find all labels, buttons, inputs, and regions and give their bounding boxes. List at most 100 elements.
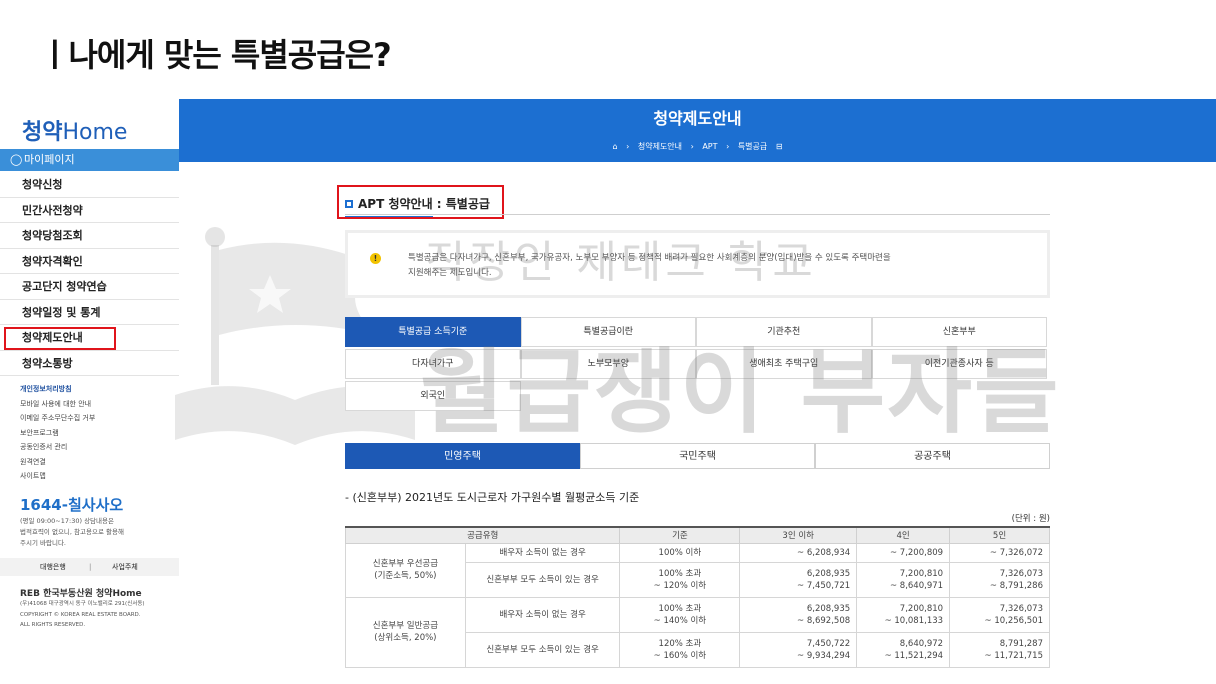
c5-cell: 7,326,073 ~ 8,791,286	[949, 561, 1050, 598]
c5-2: ~ 10,256,501	[984, 615, 1044, 626]
c3-cell: ~ 6,208,934	[739, 542, 858, 563]
footer-links: 개인정보처리방침 모바일 사용에 대한 안내 이메일 주소무단수집 거부 보안프…	[20, 382, 95, 484]
dropdown-icon[interactable]: ⊟	[776, 142, 783, 151]
header-4p: 4인	[856, 526, 951, 544]
group-cell: 신혼부부 우선공급 (기준소득, 50%)	[345, 542, 466, 598]
footer-info: (우)41068 대구광역시 동구 이노밸리로 291(신서동) COPYRIG…	[20, 599, 145, 631]
group-sub: (기준소득, 50%)	[374, 571, 437, 581]
chevron-icon: ›	[726, 142, 730, 151]
c5-cell: 8,791,287 ~ 11,721,715	[949, 631, 1050, 668]
footer-copy-1: COPYRIGHT © KOREA REAL ESTATE BOARD.	[20, 611, 141, 618]
header-3p: 3인 이하	[739, 526, 858, 544]
income-table: 공급유형 기준 3인 이하 4인 5인 신혼부부 우선공급 (기준소득, 50%)…	[344, 526, 1050, 668]
crumb-1[interactable]: 청약제도안내	[638, 142, 682, 151]
std-cell: 120% 초과 ~ 160% 이하	[619, 631, 741, 668]
table-caption: - (신혼부부) 2021년도 도시근로자 가구원수별 월평균소득 기준	[345, 491, 640, 504]
c3-cell: 7,450,722 ~ 9,934,294	[739, 631, 858, 668]
highlight-box	[4, 327, 116, 350]
footer-logo: REB 한국부동산원 청약Home	[20, 589, 142, 599]
header-supply-type: 공급유형	[344, 526, 621, 544]
c5-cell: ~ 7,326,072	[949, 542, 1050, 563]
slide-title: ㅣ나에게 맞는 특별공급은?	[40, 36, 392, 74]
phone-number: 1644-칠사사오	[20, 496, 124, 514]
c4-2: ~ 10,081,133	[884, 615, 944, 626]
biz-link[interactable]: 사업주체	[112, 558, 138, 576]
watermark-line-1: 직장인 재테크 학교	[425, 237, 817, 288]
footer-addr: (우)41068 대구광역시 동구 이노밸리로 291(신서동)	[20, 601, 145, 607]
c5-2: ~ 11,721,715	[984, 650, 1044, 661]
type-cell: 신혼부부 모두 소득이 있는 경우	[464, 561, 621, 598]
logo-bold: 청약	[22, 120, 63, 145]
std-1: 100% 초과	[658, 603, 702, 614]
sitemap-link[interactable]: 사이트맵	[20, 469, 95, 484]
c3-1: 7,450,722	[806, 638, 851, 649]
c3-cell: 6,208,935 ~ 8,692,508	[739, 596, 858, 633]
crumb-3[interactable]: 특별공급	[738, 142, 767, 151]
type-cell: 신혼부부 모두 소득이 있는 경우	[464, 631, 621, 668]
c4-cell: 7,200,810 ~ 10,081,133	[856, 596, 951, 633]
sidebar-item-private-pre[interactable]: 민간사전청약	[0, 198, 179, 223]
c3-2: ~ 9,934,294	[797, 650, 851, 661]
chevron-icon: ›	[626, 142, 630, 151]
cert-link[interactable]: 공동인증서 관리	[20, 440, 95, 455]
type-cell: 배우자 소득이 없는 경우	[464, 596, 621, 633]
email-link[interactable]: 이메일 주소무단수집 거부	[20, 411, 95, 426]
sidebar-item-community[interactable]: 청약소통방	[0, 351, 179, 376]
sidebar-item-winner-check[interactable]: 청약당첨조회	[0, 223, 179, 249]
std-2: ~ 140% 이하	[653, 615, 707, 626]
std-2: ~ 120% 이하	[653, 580, 707, 591]
sidebar-item-apply[interactable]: 청약신청	[0, 172, 179, 198]
header-standard: 기준	[619, 526, 741, 544]
banner-title: 청약제도안내	[653, 109, 742, 128]
std-2: ~ 160% 이하	[653, 650, 707, 661]
c4-cell: 7,200,810 ~ 8,640,971	[856, 561, 951, 598]
c3-1: 6,208,935	[806, 568, 851, 579]
divider	[345, 214, 1050, 215]
mypage-label: 마이페이지	[24, 153, 75, 166]
page-banner: 청약제도안내 ⌂ › 청약제도안내 › APT › 특별공급 ⊟	[179, 99, 1216, 162]
bank-link[interactable]: 대행은행	[40, 558, 66, 576]
c3-2: ~ 8,692,508	[797, 615, 851, 626]
c4-2: ~ 8,640,971	[889, 580, 944, 591]
sidebar-item-practice[interactable]: 공고단지 청약연습	[0, 274, 179, 300]
user-icon: ◯	[10, 153, 23, 166]
home-icon[interactable]: ⌂	[612, 142, 617, 151]
remote-link[interactable]: 원격연결	[20, 455, 95, 470]
table-row: 신혼부부 일반공급 (상위소득, 20%) 배우자 소득이 없는 경우 100% …	[345, 596, 1050, 668]
privacy-link[interactable]: 개인정보처리방침	[20, 382, 95, 397]
phone-desc-3: 주시기 바랍니다.	[20, 539, 66, 547]
c5-1: 8,791,287	[999, 638, 1043, 649]
c4-1: 7,200,810	[899, 568, 944, 579]
crumb-2[interactable]: APT	[702, 142, 717, 151]
c4-2: ~ 11,521,294	[884, 650, 944, 661]
c5-cell: 7,326,073 ~ 10,256,501	[949, 596, 1050, 633]
sidebar-item-schedule[interactable]: 청약일정 및 통계	[0, 300, 179, 325]
std-1: 100% 초과	[658, 568, 702, 579]
chevron-icon: ›	[690, 142, 694, 151]
group-label: 신혼부부 일반공급	[372, 621, 439, 631]
watermark-line-2: 월급쟁이 부자들	[420, 339, 1061, 446]
logo[interactable]: 청약Home	[22, 114, 127, 146]
std-cell: 100% 초과 ~ 120% 이하	[619, 561, 741, 598]
bank-row: 대행은행 | 사업주체	[0, 558, 179, 576]
mypage-button[interactable]: ◯ 마이페이지	[0, 149, 179, 171]
c4-1: 7,200,810	[899, 603, 944, 614]
breadcrumb: ⌂ › 청약제도안내 › APT › 특별공급 ⊟	[179, 141, 1216, 152]
sidebar-item-eligibility[interactable]: 청약자격확인	[0, 249, 179, 274]
c5-1: 7,326,073	[999, 603, 1043, 614]
c5-1: 7,326,073	[999, 568, 1043, 579]
c4-1: 8,640,972	[899, 638, 944, 649]
table-row: 신혼부부 우선공급 (기준소득, 50%) 배우자 소득이 없는 경우 100% …	[345, 542, 1050, 598]
std-1: 100% 이하	[658, 547, 702, 558]
security-link[interactable]: 보안프로그램	[20, 426, 95, 441]
warning-icon: !	[370, 253, 381, 264]
header-5p: 5인	[949, 526, 1050, 544]
table-unit: (단위 : 원)	[1011, 514, 1050, 524]
c5-2: ~ 8,791,286	[989, 580, 1043, 591]
c3-cell: 6,208,935 ~ 7,450,721	[739, 561, 858, 598]
c3-1: 6,208,935	[806, 603, 851, 614]
sidebar: 청약Home ◯ 마이페이지 청약신청 민간사전청약 청약당첨조회 청약자격확인…	[0, 100, 179, 684]
type-cell: 배우자 소득이 없는 경우	[464, 542, 621, 563]
group-label: 신혼부부 우선공급	[372, 559, 439, 569]
mobile-link[interactable]: 모바일 사용에 대한 안내	[20, 397, 95, 412]
